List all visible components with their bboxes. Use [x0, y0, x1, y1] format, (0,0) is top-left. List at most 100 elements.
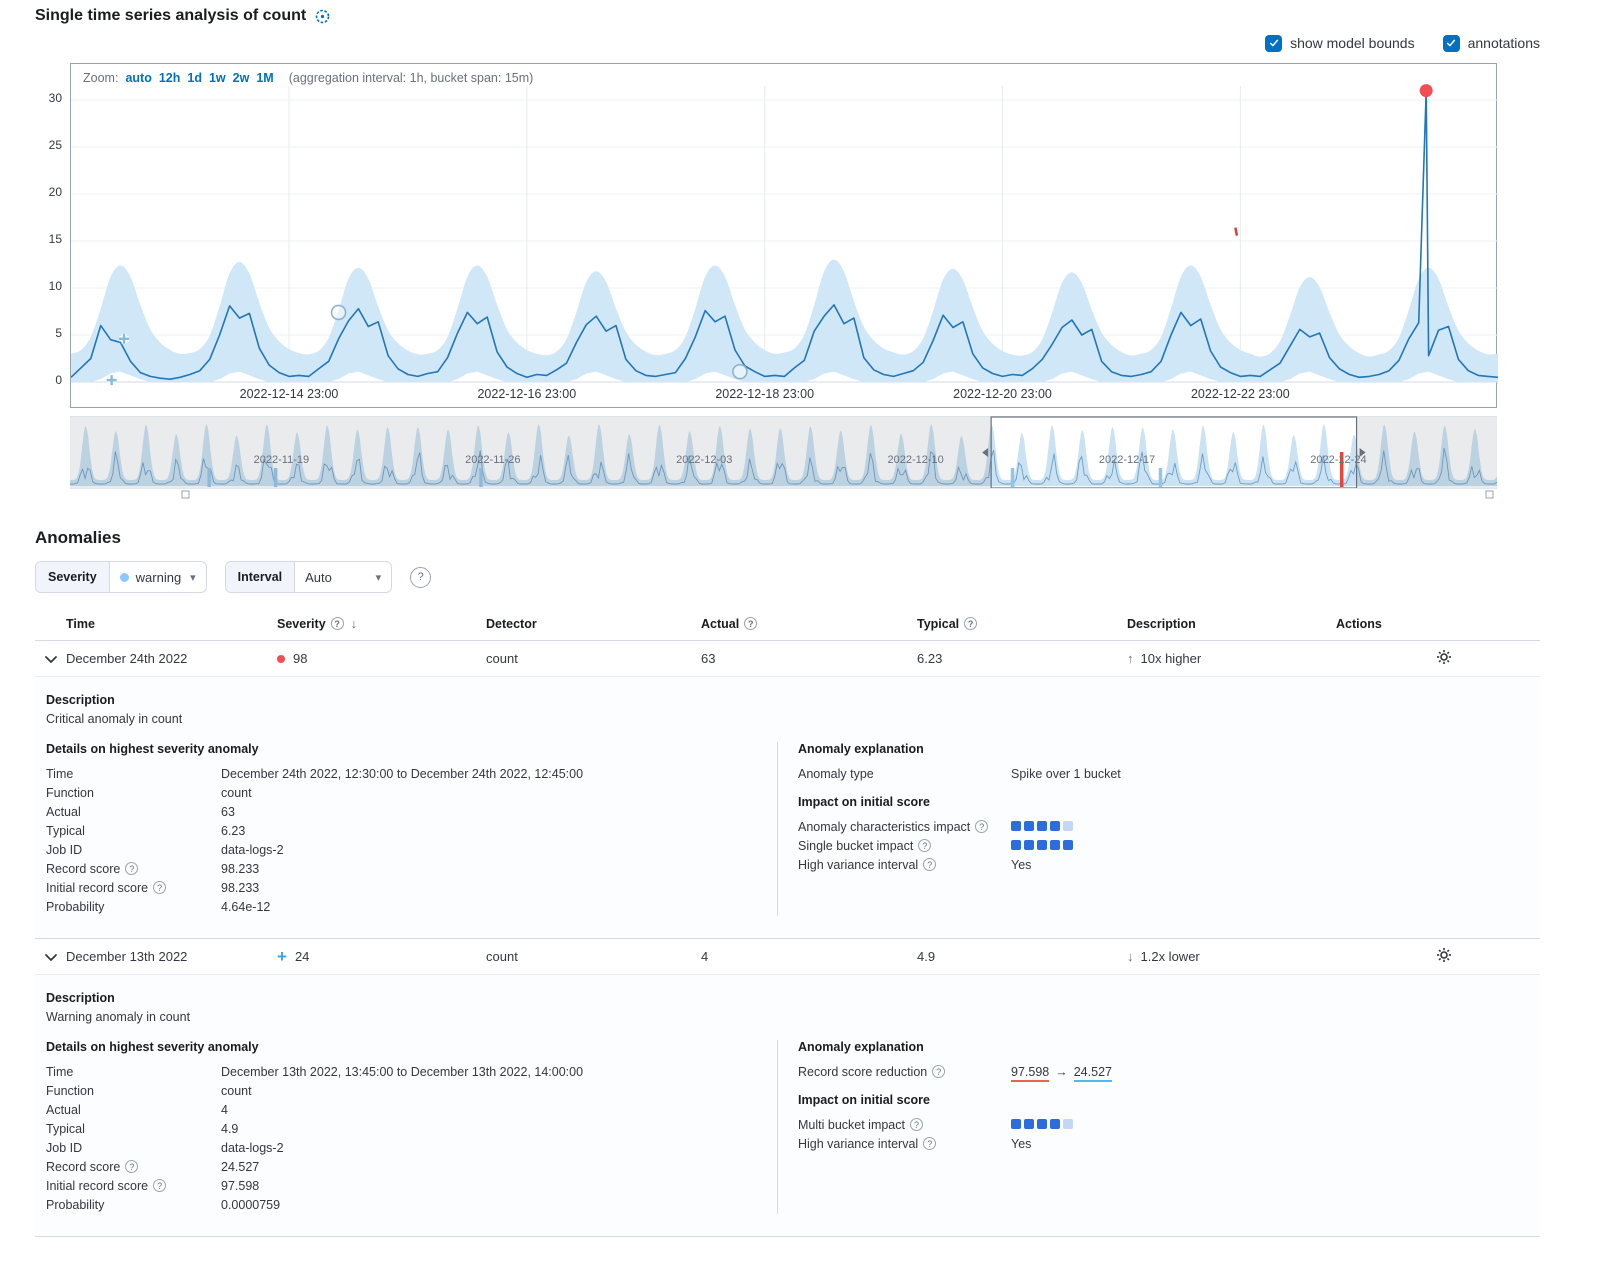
col-header-severity[interactable]: Severity?↓	[277, 616, 486, 631]
collapse-row-button[interactable]	[35, 650, 66, 668]
actual-cell: 4	[701, 949, 917, 964]
chevron-down-icon: ▾	[376, 571, 382, 584]
zoom-option-auto[interactable]: auto	[125, 71, 151, 85]
context-axis-label: 2022-12-17	[1099, 454, 1155, 466]
expanded-row-details: Description Warning anomaly in count Det…	[35, 975, 1540, 1237]
main-chart-panel: Zoom: auto12h1d1w2w1M (aggregation inter…	[70, 63, 1497, 408]
detail-row: Typical6.23	[46, 821, 777, 840]
zoom-option-1M[interactable]: 1M	[256, 71, 273, 85]
col-header-actual[interactable]: Actual?	[701, 617, 917, 631]
annotations-label: annotations	[1468, 35, 1540, 51]
impact-row: Multi bucket impact?	[798, 1115, 1516, 1134]
severity-cell: + 24	[277, 949, 486, 964]
detail-value: data-logs-2	[221, 843, 777, 857]
impact-row: Single bucket impact?	[798, 836, 1516, 855]
impact-heading: Impact on initial score	[798, 795, 1516, 809]
annotation-brush-handle[interactable]	[1486, 491, 1493, 498]
multi-bucket-cross-marker[interactable]	[107, 375, 117, 385]
description-heading: Description	[46, 991, 1516, 1005]
help-icon[interactable]: ?	[910, 1118, 923, 1131]
detail-row: Initial record score?98.233	[46, 878, 777, 897]
help-icon[interactable]: ?	[744, 617, 757, 630]
description-cell: ↓ 1.2x lower	[1127, 949, 1336, 964]
record-score-reduction-row: Record score reduction? 97.598→24.527	[798, 1062, 1516, 1081]
annotations-checkbox[interactable]: annotations	[1443, 35, 1540, 52]
model-plot-circle-marker[interactable]	[332, 305, 346, 319]
context-chart[interactable]: 2022-11-192022-11-262022-12-032022-12-10…	[70, 416, 1497, 500]
anomaly-time: December 13th 2022	[66, 949, 277, 964]
interval-select[interactable]: Auto ▾	[295, 562, 391, 592]
anomaly-details-block: Details on highest severity anomaly Time…	[46, 742, 777, 916]
anomalies-table: Time Severity?↓ Detector Actual? Typical…	[35, 607, 1540, 1237]
col-header-time[interactable]: Time	[66, 617, 277, 631]
severity-filter[interactable]: Severity warning ▾	[35, 561, 207, 593]
impact-score-bar	[1011, 1118, 1516, 1132]
help-icon[interactable]: ?	[918, 839, 931, 852]
description-text: Warning anomaly in count	[46, 1010, 1516, 1024]
zoom-option-1w[interactable]: 1w	[209, 71, 226, 85]
help-icon[interactable]: ?	[923, 858, 936, 871]
interval-filter[interactable]: Interval Auto ▾	[225, 561, 392, 593]
detector-cell: count	[486, 949, 701, 964]
page-header: Single time series analysis of count	[35, 0, 1540, 25]
anomaly-point-critical[interactable]	[1420, 84, 1433, 97]
typical-cell: 4.9	[917, 949, 1127, 964]
interval-filter-label: Interval	[226, 562, 295, 592]
table-row[interactable]: December 13th 2022 + 24 count 4 4.9 ↓ 1.…	[35, 939, 1540, 975]
help-icon[interactable]: ?	[331, 617, 344, 630]
checkbox-checked-icon	[1265, 35, 1282, 52]
y-axis-label: 5	[55, 326, 62, 340]
detail-value: 98.233	[221, 862, 777, 876]
help-icon[interactable]: ?	[153, 881, 166, 894]
col-header-description[interactable]: Description	[1127, 617, 1336, 631]
anomaly-time: December 24th 2022	[66, 651, 277, 666]
help-icon[interactable]: ?	[125, 862, 138, 875]
y-axis-label: 0	[55, 373, 62, 387]
severity-cell: 98	[277, 651, 486, 666]
show-model-bounds-checkbox[interactable]: show model bounds	[1265, 35, 1415, 52]
anomalies-heading: Anomalies	[35, 528, 1540, 548]
severity-filter-value[interactable]: warning ▾	[110, 562, 206, 592]
interval-help-icon[interactable]: ?	[410, 567, 431, 588]
severity-score: 24	[295, 949, 309, 964]
col-header-detector[interactable]: Detector	[486, 617, 701, 631]
chart-options-row: show model bounds annotations	[35, 31, 1540, 55]
row-actions-gear-button[interactable]	[1348, 647, 1540, 670]
help-icon[interactable]: ?	[153, 1179, 166, 1192]
row-actions-gear-button[interactable]	[1348, 945, 1540, 968]
anomaly-explanation-block: Anomaly explanation Anomaly type Spike o…	[777, 742, 1516, 916]
anomaly-explanation-block: Anomaly explanation Record score reducti…	[777, 1040, 1516, 1214]
detail-value: 4.9	[221, 1122, 777, 1136]
aggregation-note: (aggregation interval: 1h, bucket span: …	[289, 71, 534, 85]
impact-score-bar	[1011, 839, 1516, 853]
col-header-typical[interactable]: Typical?	[917, 617, 1127, 631]
y-axis-label: 30	[49, 91, 62, 105]
explanation-heading: Anomaly explanation	[798, 742, 1516, 756]
detail-row: Initial record score?97.598	[46, 1176, 777, 1195]
y-axis-label: 20	[49, 185, 62, 199]
main-chart[interactable]: 2022-12-14 23:002022-12-16 23:002022-12-…	[71, 64, 1498, 409]
detail-row: Typical4.9	[46, 1119, 777, 1138]
help-icon[interactable]: ?	[975, 820, 988, 833]
high-variance-row: High variance interval? Yes	[798, 855, 1516, 874]
detail-row: Functioncount	[46, 1081, 777, 1100]
description-heading: Description	[46, 693, 1516, 707]
zoom-option-2w[interactable]: 2w	[233, 71, 250, 85]
help-icon[interactable]: ?	[932, 1065, 945, 1078]
collapse-row-button[interactable]	[35, 948, 66, 966]
detail-row: Record score?98.233	[46, 859, 777, 878]
zoom-option-12h[interactable]: 12h	[159, 71, 181, 85]
context-axis-label: 2022-12-03	[676, 454, 732, 466]
help-icon[interactable]: ?	[923, 1137, 936, 1150]
model-plot-circle-marker[interactable]	[733, 365, 747, 379]
table-row[interactable]: December 24th 2022 98 count 63 6.23 ↑ 10…	[35, 641, 1540, 677]
detail-value: 97.598	[221, 1179, 777, 1193]
annotation-brush-handle[interactable]	[182, 491, 189, 498]
help-icon[interactable]: ?	[125, 1160, 138, 1173]
detail-value: 98.233	[221, 881, 777, 895]
help-icon[interactable]: ?	[964, 617, 977, 630]
severity-filter-label: Severity	[36, 562, 110, 592]
impact-score-bar	[1011, 820, 1516, 834]
details-heading: Details on highest severity anomaly	[46, 1040, 777, 1054]
zoom-option-1d[interactable]: 1d	[187, 71, 202, 85]
